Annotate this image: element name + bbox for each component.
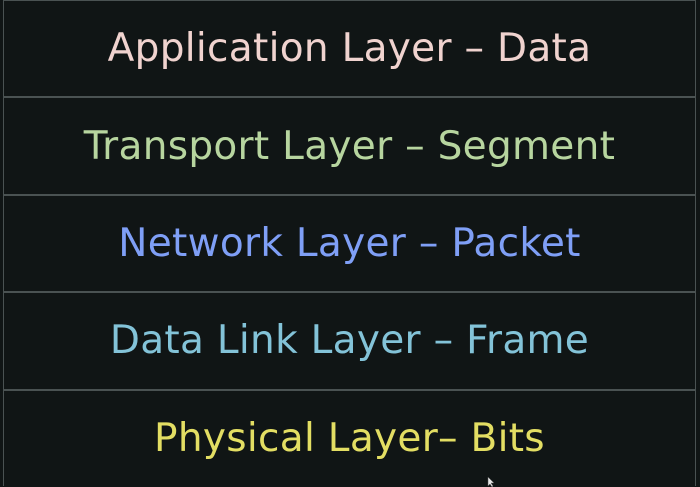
layer-network: Network Layer – Packet — [4, 196, 695, 294]
layer-physical-label: Physical Layer– Bits — [154, 415, 545, 461]
layer-application: Application Layer – Data — [4, 1, 695, 99]
layer-data-link: Data Link Layer – Frame — [4, 293, 695, 391]
layer-physical: Physical Layer– Bits — [4, 391, 695, 486]
osi-layer-stack: Application Layer – Data Transport Layer… — [3, 0, 696, 486]
layer-transport: Transport Layer – Segment — [4, 98, 695, 196]
layer-application-label: Application Layer – Data — [107, 26, 592, 72]
mouse-pointer-icon — [487, 477, 495, 487]
layer-network-label: Network Layer – Packet — [118, 221, 581, 267]
layer-data-link-label: Data Link Layer – Frame — [109, 318, 590, 364]
layer-transport-label: Transport Layer – Segment — [83, 123, 616, 169]
